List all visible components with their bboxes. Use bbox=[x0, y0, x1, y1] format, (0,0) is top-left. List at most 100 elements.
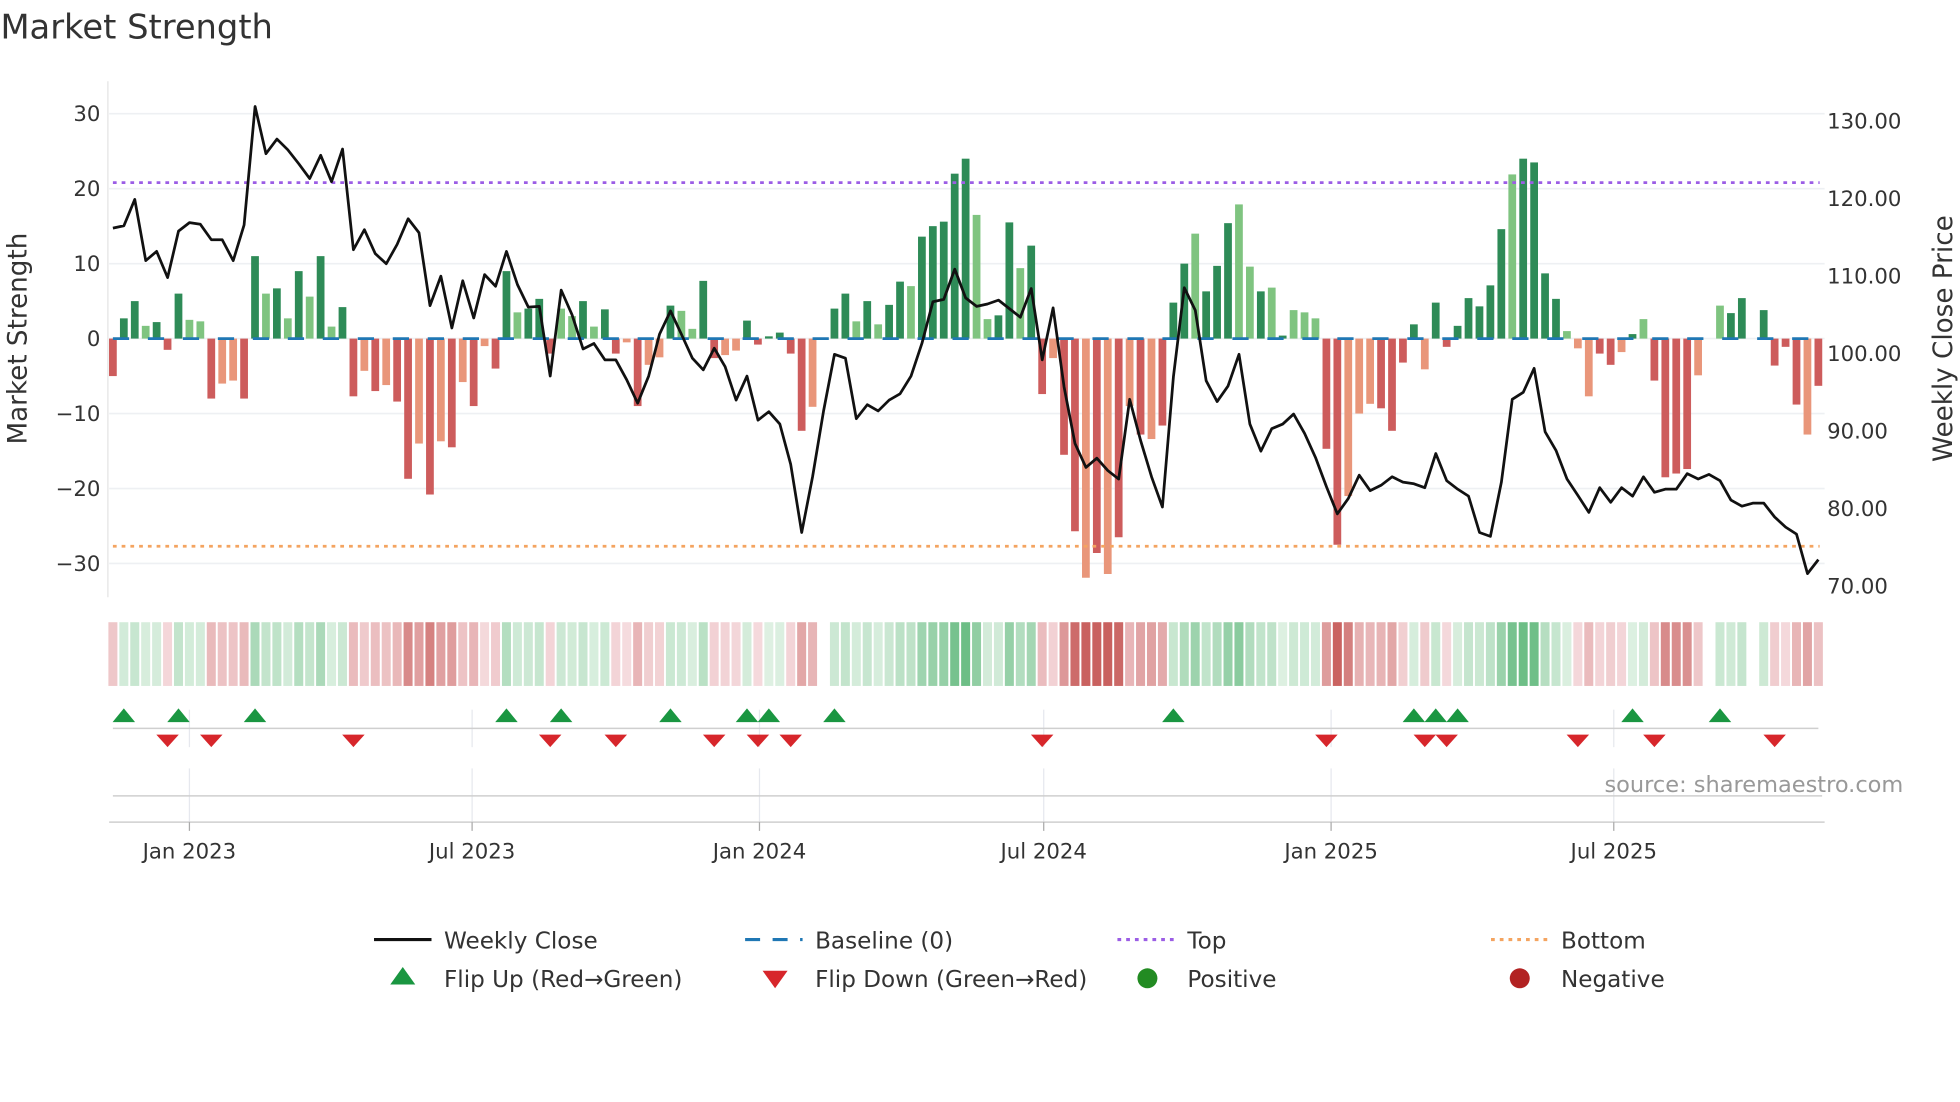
heat-cell-negative bbox=[436, 622, 446, 686]
flip-down-marker bbox=[1315, 734, 1338, 748]
heat-cell-negative bbox=[644, 622, 654, 686]
strength-bar-positive bbox=[874, 324, 883, 339]
heat-cell-negative bbox=[1354, 622, 1364, 686]
strength-bar-negative bbox=[1136, 338, 1145, 435]
heat-cell-positive bbox=[589, 622, 599, 686]
flip-up-marker bbox=[1621, 708, 1644, 723]
legend-item-weekly-close[interactable]: Weekly Close bbox=[374, 928, 598, 954]
strength-bar-positive bbox=[338, 307, 347, 339]
strength-bar-positive bbox=[699, 280, 708, 339]
heat-cell-negative bbox=[797, 622, 807, 686]
legend-item-top[interactable]: Top bbox=[1117, 928, 1226, 954]
y-tick-label: −20 bbox=[56, 477, 101, 502]
y-tick-label: 20 bbox=[73, 177, 100, 202]
strength-bar-negative bbox=[1355, 338, 1364, 414]
strength-bar-negative bbox=[1366, 338, 1375, 404]
strength-bar-negative bbox=[349, 338, 358, 397]
legend-item-negative[interactable]: Negative bbox=[1509, 967, 1665, 993]
strength-bar-negative bbox=[1595, 338, 1604, 354]
flip-down-marker bbox=[1435, 734, 1458, 748]
strength-bar-positive bbox=[1169, 302, 1178, 339]
strength-bar-positive bbox=[130, 301, 139, 339]
y-tick-label: 30 bbox=[73, 102, 100, 127]
flip-down-marker bbox=[604, 734, 628, 748]
heat-cell-positive bbox=[1453, 622, 1463, 686]
heat-cell-positive bbox=[261, 622, 271, 686]
flip-down-marker bbox=[1413, 734, 1437, 748]
heat-cell-negative bbox=[381, 622, 391, 686]
heat-cell-positive bbox=[1289, 622, 1299, 686]
strength-bar-positive bbox=[950, 173, 959, 339]
heat-cell-negative bbox=[447, 622, 457, 686]
strength-bar-negative bbox=[786, 338, 795, 354]
heat-cell-negative bbox=[1125, 622, 1135, 686]
strength-bar-positive bbox=[1737, 298, 1746, 339]
strength-bar-negative bbox=[1344, 338, 1353, 497]
heat-cell-positive bbox=[316, 622, 326, 686]
strength-bar-negative bbox=[1584, 338, 1593, 397]
strength-bar-positive bbox=[524, 308, 533, 339]
strength-bar-negative bbox=[1420, 338, 1429, 370]
y-axis-ticks: 30 20 10 0 −10 −20 −30 bbox=[56, 102, 101, 577]
heat-cell-positive bbox=[173, 622, 183, 686]
heat-cell-positive bbox=[873, 622, 883, 686]
strength-bar-positive bbox=[1508, 174, 1517, 339]
heat-cell-positive bbox=[1278, 622, 1288, 686]
legend-label: Negative bbox=[1561, 967, 1665, 993]
strength-bar-positive bbox=[1256, 291, 1265, 339]
strength-bar-positive bbox=[1311, 318, 1320, 339]
heat-cell-positive bbox=[1310, 622, 1320, 686]
strength-bar-negative bbox=[1158, 338, 1167, 426]
heat-cell-negative bbox=[1420, 622, 1430, 686]
heat-cell-negative bbox=[1802, 622, 1812, 686]
y2-tick-label: 90.00 bbox=[1827, 420, 1888, 445]
strength-bar-positive bbox=[119, 318, 128, 339]
heat-cell-positive bbox=[917, 622, 927, 686]
heat-cell-negative bbox=[108, 622, 118, 686]
heat-cell-positive bbox=[250, 622, 260, 686]
strength-bar-negative bbox=[491, 338, 500, 369]
heat-cell-positive bbox=[972, 622, 982, 686]
heat-cell-negative bbox=[1387, 622, 1397, 686]
heat-cell-positive bbox=[130, 622, 140, 686]
heat-cell-positive bbox=[1179, 622, 1189, 686]
legend-item-positive[interactable]: Positive bbox=[1137, 967, 1276, 993]
strength-bar-positive bbox=[502, 271, 511, 339]
strength-bar-negative bbox=[371, 338, 380, 392]
heat-cell-positive bbox=[1715, 622, 1725, 686]
heat-cell-positive bbox=[961, 622, 971, 686]
x-tick-label: Jan 2024 bbox=[711, 839, 807, 864]
strength-bar-negative bbox=[447, 338, 456, 448]
heat-cell-negative bbox=[1059, 622, 1069, 686]
strength-bar-positive bbox=[294, 271, 303, 339]
legend-label: Bottom bbox=[1561, 928, 1646, 954]
flip-up-marker bbox=[167, 708, 190, 723]
heat-cell-positive bbox=[337, 622, 347, 686]
heat-cell-positive bbox=[512, 622, 522, 686]
flip-down-marker bbox=[702, 734, 726, 748]
heat-cell-positive bbox=[556, 622, 566, 686]
x-tick-label: Jul 2025 bbox=[1569, 839, 1657, 864]
heat-cell-negative bbox=[1573, 622, 1583, 686]
x-tick-label: Jan 2023 bbox=[141, 839, 237, 864]
legend-item-baseline[interactable]: Baseline (0) bbox=[745, 928, 953, 954]
strength-bar-negative bbox=[732, 338, 740, 351]
heat-cell-positive bbox=[1431, 622, 1441, 686]
legend-item-bottom[interactable]: Bottom bbox=[1491, 928, 1646, 954]
strength-bar-positive bbox=[885, 304, 893, 339]
heat-cell-negative bbox=[1157, 622, 1167, 686]
strength-bar-positive bbox=[1224, 223, 1232, 339]
legend-label: Flip Down (Green→Red) bbox=[815, 967, 1087, 993]
heat-cell-negative bbox=[1770, 622, 1780, 686]
heat-cell-positive bbox=[676, 622, 686, 686]
strength-bar-negative bbox=[360, 338, 369, 371]
legend-item-flip-down[interactable]: Flip Down (Green→Red) bbox=[762, 967, 1088, 993]
heat-cell-negative bbox=[1660, 622, 1670, 686]
heat-cell-negative bbox=[622, 622, 632, 686]
strength-bar-negative bbox=[1781, 338, 1790, 347]
heat-cell-positive bbox=[665, 622, 675, 686]
strength-heatmap-strip bbox=[108, 622, 1823, 686]
heat-cell-negative bbox=[239, 622, 249, 686]
strength-bar-positive bbox=[1409, 324, 1418, 339]
legend-item-flip-up[interactable]: Flip Up (Red→Green) bbox=[390, 967, 682, 993]
